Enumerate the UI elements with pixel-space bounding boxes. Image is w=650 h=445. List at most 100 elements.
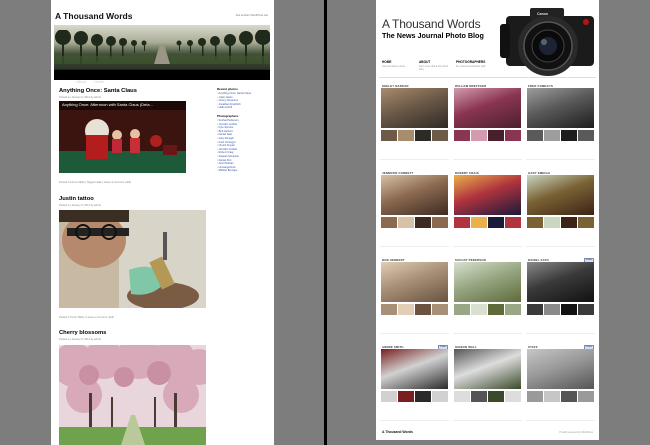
thumbnail[interactable] — [471, 304, 487, 315]
nav-label: HOME — [382, 60, 392, 64]
tile-divider — [526, 333, 595, 334]
nav-item-home[interactable]: HOME view the latest entries — [382, 60, 412, 68]
thumbnail[interactable] — [398, 217, 414, 228]
nav-description: learn more about this photo blog — [419, 65, 449, 71]
photographer-tile[interactable]: STAFF Follow — [526, 345, 595, 422]
thumbnail[interactable] — [527, 217, 543, 228]
footer-credit[interactable]: Proudly powered by WordPress — [559, 431, 593, 434]
photographer-tile[interactable]: DANIEL SATO Follow — [526, 258, 595, 335]
featured-photo[interactable] — [454, 88, 521, 128]
post-title[interactable]: Anything Once: Santa Claus — [59, 88, 137, 94]
brand-title[interactable]: A Thousand Words — [382, 17, 481, 31]
thumbnail[interactable] — [578, 217, 594, 228]
thumbnail[interactable] — [432, 391, 448, 402]
tile-divider — [453, 333, 522, 334]
featured-photo[interactable] — [381, 349, 448, 389]
tile-divider — [453, 420, 522, 421]
thumbnail[interactable] — [561, 304, 577, 315]
featured-photo[interactable] — [381, 88, 448, 128]
thumbnail-strip — [454, 304, 521, 315]
thumbnail[interactable] — [527, 130, 543, 141]
thumbnail[interactable] — [454, 304, 470, 315]
thumbnail[interactable] — [432, 217, 448, 228]
thumbnail[interactable] — [544, 391, 560, 402]
thumbnail[interactable] — [544, 217, 560, 228]
tile-divider — [380, 333, 449, 334]
photographer-tile[interactable]: ROBERT CRAIG — [453, 171, 522, 248]
thumbnail[interactable] — [578, 391, 594, 402]
thumbnail[interactable] — [505, 130, 521, 141]
thumbnail[interactable] — [561, 391, 577, 402]
featured-photo[interactable] — [527, 175, 594, 215]
thumbnail[interactable] — [381, 217, 397, 228]
thumbnail[interactable] — [432, 130, 448, 141]
thumbnail[interactable] — [471, 130, 487, 141]
thumbnail[interactable] — [381, 304, 397, 315]
featured-photo[interactable] — [454, 349, 521, 389]
thumbnail[interactable] — [561, 130, 577, 141]
sidebar-link[interactable]: William Bretzger — [217, 169, 269, 173]
photographer-tile[interactable]: BOB HERBERT — [380, 258, 449, 335]
thumbnail[interactable] — [527, 304, 543, 315]
footer-title[interactable]: A Thousand Words — [382, 430, 413, 434]
nav-home-2[interactable]: Home — [94, 80, 104, 84]
thumbnail[interactable] — [578, 304, 594, 315]
featured-photo[interactable] — [527, 88, 594, 128]
sidebar: Recent photos Anything Once: Santa Claus… — [217, 87, 269, 177]
thumbnail[interactable] — [415, 217, 431, 228]
photographer-tile[interactable]: KEELEY BARKAN — [380, 84, 449, 161]
thumbnail[interactable] — [488, 217, 504, 228]
thumbnail[interactable] — [415, 130, 431, 141]
featured-photo[interactable] — [527, 262, 594, 302]
thumbnail[interactable] — [505, 391, 521, 402]
photographer-tile[interactable]: FRED COMEGYS — [526, 84, 595, 161]
thumbnail[interactable] — [398, 391, 414, 402]
thumbnail[interactable] — [505, 217, 521, 228]
thumbnail[interactable] — [544, 130, 560, 141]
thumbnail[interactable] — [432, 304, 448, 315]
thumbnail[interactable] — [381, 130, 397, 141]
thumbnail[interactable] — [471, 391, 487, 402]
thumbnail[interactable] — [398, 130, 414, 141]
image-caption: Anything Once: Afternoon with Santa Clau… — [62, 102, 153, 107]
site-title[interactable]: A Thousand Words — [55, 11, 132, 21]
nav-home[interactable]: Home — [58, 80, 68, 84]
tattoo-photo[interactable] — [59, 210, 206, 308]
photographer-tile[interactable]: SUCHAT PEDERSON — [453, 258, 522, 335]
thumbnail[interactable] — [415, 304, 431, 315]
nav-about[interactable]: About — [76, 80, 85, 84]
photographer-tile[interactable]: GARY EMEIGH — [526, 171, 595, 248]
post-title[interactable]: Justin tattoo — [59, 196, 94, 202]
thumbnail[interactable] — [578, 130, 594, 141]
thumbnail[interactable] — [415, 391, 431, 402]
thumbnail[interactable] — [488, 304, 504, 315]
thumbnail[interactable] — [544, 304, 560, 315]
photographer-tile[interactable]: JENNIFER CORBETT — [380, 171, 449, 248]
nav-item-photographers[interactable]: PHOTOGRAPHERS the news journal photo sta… — [456, 60, 492, 68]
thumbnail[interactable] — [381, 391, 397, 402]
sidebar-link[interactable]: Hello world! — [217, 106, 269, 110]
thumbnail[interactable] — [398, 304, 414, 315]
photographer-tile[interactable]: ANDRE SMITH Follow — [380, 345, 449, 422]
thumbnail-strip — [527, 217, 594, 228]
thumbnail[interactable] — [505, 304, 521, 315]
featured-photo[interactable] — [381, 175, 448, 215]
featured-photo[interactable] — [381, 262, 448, 302]
santa-photo[interactable]: Anything Once: Afternoon with Santa Clau… — [59, 101, 186, 173]
post-title[interactable]: Cherry blossoms — [59, 330, 106, 336]
thumbnail[interactable] — [488, 130, 504, 141]
cherry-blossoms-photo[interactable] — [59, 345, 206, 445]
featured-photo[interactable] — [454, 262, 521, 302]
thumbnail[interactable] — [454, 391, 470, 402]
thumbnail[interactable] — [561, 217, 577, 228]
photographer-tile[interactable]: GIDEON WALL — [453, 345, 522, 422]
featured-photo[interactable] — [454, 175, 521, 215]
thumbnail[interactable] — [471, 217, 487, 228]
featured-photo[interactable] — [527, 349, 594, 389]
thumbnail[interactable] — [454, 217, 470, 228]
nav-item-about[interactable]: ABOUT learn more about this photo blog — [419, 60, 453, 71]
photographer-tile[interactable]: WILLIAM BRETZGER — [453, 84, 522, 161]
thumbnail[interactable] — [488, 391, 504, 402]
thumbnail[interactable] — [454, 130, 470, 141]
thumbnail[interactable] — [527, 391, 543, 402]
